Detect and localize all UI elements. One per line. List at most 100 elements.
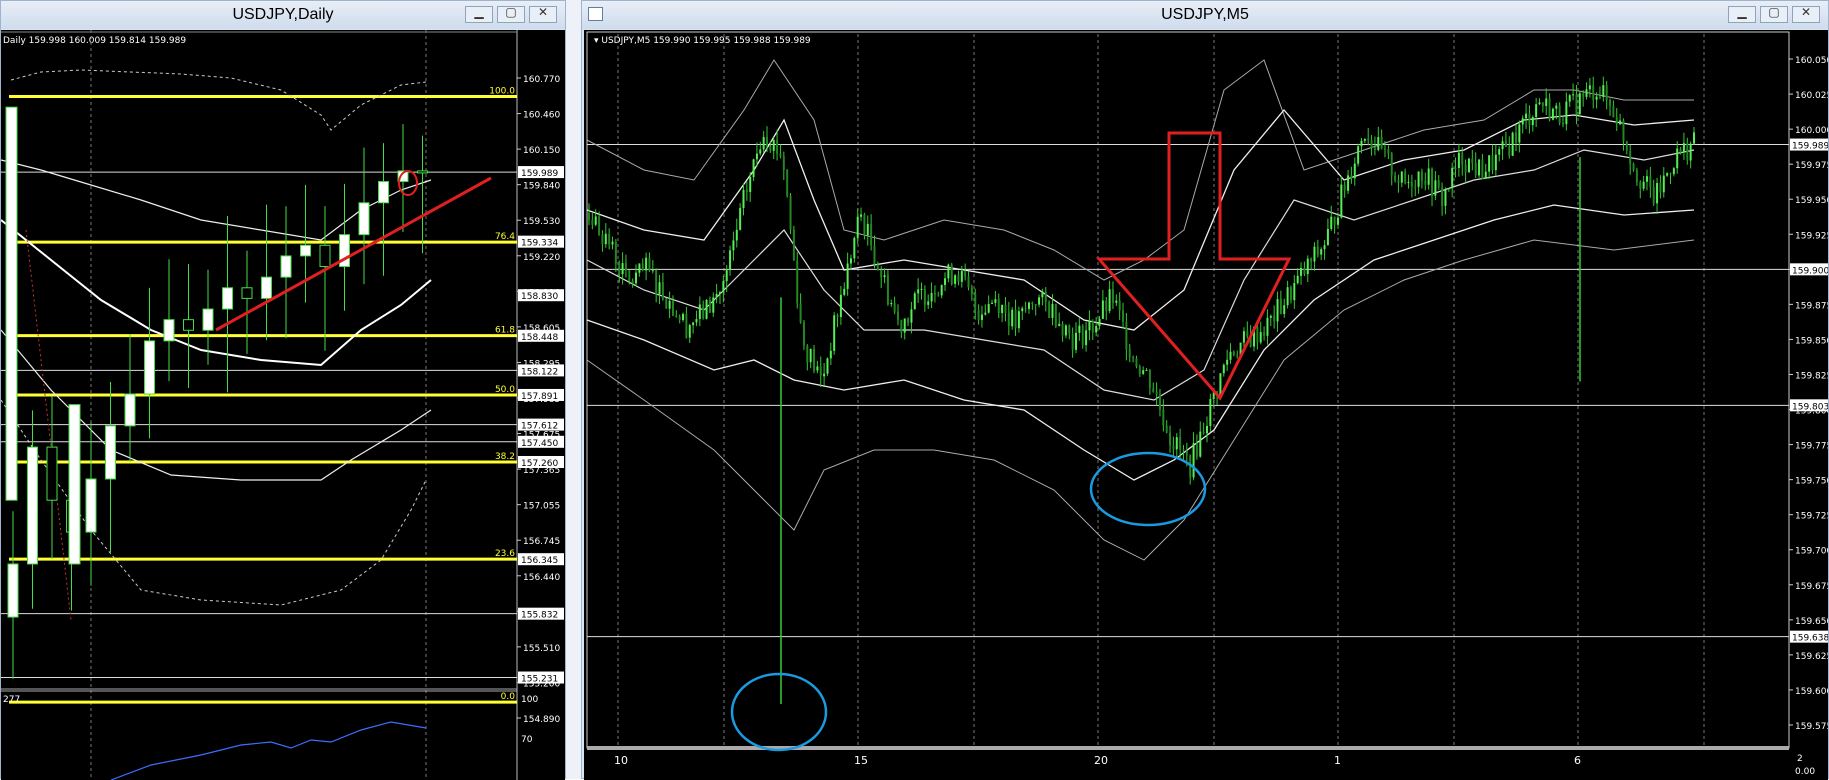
candle-body (890, 302, 893, 305)
m5-chart-svg: ▾ USDJPY,M5 159.990 159.995 159.988 159.… (586, 31, 1828, 777)
candle-body (1246, 331, 1249, 337)
candle-body (705, 299, 708, 319)
candle-body (1155, 391, 1158, 395)
daily-chart-window[interactable]: USDJPY,Daily ▁ ▢ ✕ Daily 159.998 160.009… (0, 0, 566, 780)
candle-body (846, 263, 849, 289)
candle-body (1535, 104, 1538, 118)
candle-body (1256, 326, 1259, 343)
candle-body (816, 366, 819, 371)
candle-body (1303, 267, 1306, 275)
price-label: 157.891 (521, 392, 558, 402)
candle-body (729, 250, 732, 271)
candle-body (1464, 164, 1467, 173)
close-button[interactable]: ✕ (1792, 5, 1820, 23)
candle-body (782, 156, 785, 170)
bollinger-upper (586, 108, 1695, 331)
candle-body (1135, 358, 1138, 367)
candle-body (183, 319, 194, 331)
candle-body (1142, 370, 1145, 374)
candle-body (829, 350, 832, 359)
m5-chart-area[interactable]: ▾ USDJPY,M5 159.990 159.995 159.988 159.… (584, 30, 1828, 780)
daily-chart-area[interactable]: Daily 159.998 160.009 159.814 159.989 160… (1, 30, 565, 780)
candle-body (1572, 94, 1575, 96)
indicator-label: 277 (3, 695, 20, 705)
candle-body (1011, 309, 1014, 327)
candle-body (1313, 246, 1316, 262)
candle-body (598, 216, 601, 235)
candle-body (1417, 171, 1420, 187)
candle-body (1347, 175, 1350, 191)
m5-chart-window[interactable]: USDJPY,M5 ▁ ▢ ✕ ▾ USDJPY,M5 159.990 159.… (581, 0, 1829, 780)
candle-body (1635, 169, 1638, 183)
candle-body (1128, 349, 1131, 358)
candle-body (940, 285, 943, 296)
candle-body (1548, 98, 1551, 120)
candle-body (957, 275, 960, 282)
candle-body (1111, 289, 1114, 303)
candle-body (105, 425, 116, 480)
candle-body (1652, 186, 1655, 204)
candle-body (1666, 173, 1669, 176)
maximize-button[interactable]: ▢ (497, 5, 525, 23)
candle-body (1145, 370, 1148, 372)
candle-body (1122, 310, 1125, 322)
candle-body (1602, 85, 1605, 97)
indicator-line (110, 721, 427, 780)
candle-body (802, 322, 805, 346)
candle-body (7, 563, 19, 618)
candle-body (1266, 317, 1269, 336)
candle-body (1085, 330, 1088, 346)
candle-body (1044, 291, 1047, 302)
candle-body (1242, 331, 1245, 343)
window-gap (566, 0, 581, 779)
candle-body (1407, 181, 1410, 183)
candle-body (1662, 175, 1665, 193)
candle-body (648, 257, 651, 271)
daily-window-titlebar[interactable]: USDJPY,Daily ▁ ▢ ✕ (1, 1, 565, 29)
close-button[interactable]: ✕ (529, 5, 557, 23)
candle-body (860, 214, 863, 217)
candle-body (1192, 443, 1195, 478)
candle-body (1051, 303, 1054, 318)
indicator-tick-label: 100 (521, 695, 538, 705)
price-tick-label: 159.775 (1795, 442, 1828, 452)
candle-body (1615, 117, 1618, 125)
fib-level-label: 0.0 (501, 692, 516, 702)
candle-body (1001, 304, 1004, 314)
maximize-button[interactable]: ▢ (1760, 5, 1788, 23)
candle-body (1444, 188, 1447, 206)
bollinger-lower (586, 204, 1695, 481)
candle-body (1078, 325, 1081, 333)
candle-body (163, 319, 175, 342)
candle-body (1081, 325, 1084, 346)
candle-body (863, 214, 866, 236)
candle-body (1656, 183, 1659, 204)
candle-body (658, 282, 661, 295)
candle-body (1380, 137, 1383, 149)
candle-body (645, 257, 648, 271)
candle-body (1095, 326, 1098, 333)
price-tick-label: 160.770 (523, 75, 560, 85)
candle-body (1649, 176, 1652, 187)
candle-body (789, 195, 792, 230)
price-tick-label: 159.575 (1795, 722, 1828, 732)
candle-body (974, 293, 977, 310)
candle-body (1017, 311, 1020, 329)
candle-body (698, 304, 701, 320)
price-tick-label: 159.700 (1795, 547, 1828, 557)
candle-body (1229, 351, 1232, 360)
minimize-button[interactable]: ▁ (465, 5, 493, 23)
candle-body (1558, 105, 1561, 123)
price-tick-label: 159.675 (1795, 582, 1828, 592)
minimize-button[interactable]: ▁ (1728, 5, 1756, 23)
candle-body (1397, 180, 1400, 183)
candle-body (1054, 303, 1057, 327)
candle-body (1639, 182, 1642, 189)
candle-body (1605, 85, 1608, 101)
candle-body (1498, 149, 1501, 155)
price-tick-label: 155.510 (523, 644, 560, 654)
candle-body (1007, 312, 1010, 327)
candle-body (1672, 168, 1675, 175)
candle-body (1521, 118, 1524, 125)
m5-window-titlebar[interactable]: USDJPY,M5 ▁ ▢ ✕ (582, 1, 1828, 29)
